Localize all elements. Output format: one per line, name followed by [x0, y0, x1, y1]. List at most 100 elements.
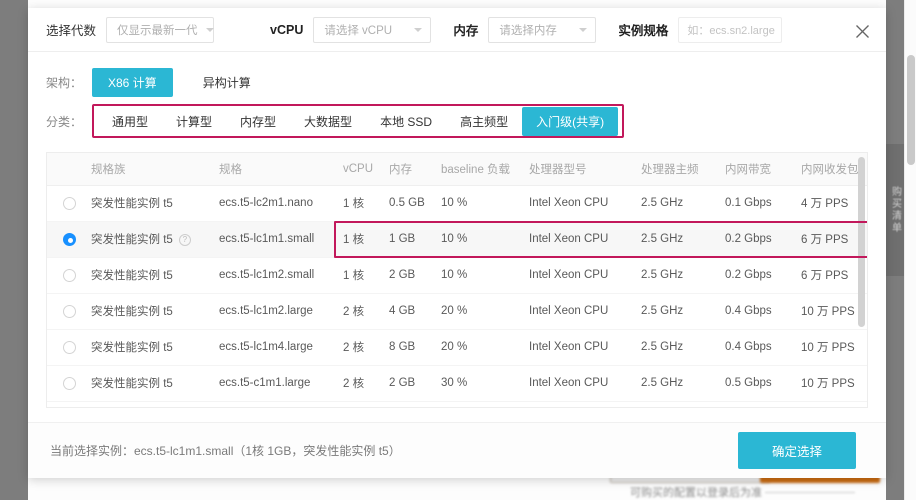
cell-bandwidth: 0.2 Gbps	[721, 257, 797, 293]
cell-baseline: 20 %	[437, 293, 525, 329]
filter-memory-label: 内存	[453, 20, 478, 39]
spec-table-col-header-8: 内网带宽	[721, 153, 797, 185]
filter-instance-spec: 实例规格 如：ecs.sn2.large	[618, 17, 782, 43]
category-option-2[interactable]: 内存型	[226, 107, 290, 136]
cell-baseline: 10 %	[437, 221, 525, 257]
category-option-6[interactable]: 入门级(共享)	[522, 107, 618, 136]
modal-header-filters: 选择代数 仅显示最新一代 vCPU 请选择 vCPU 内存 请选择内存 实例	[28, 8, 886, 52]
cell-text: 0.5 Gbps	[725, 377, 772, 389]
spec-table-scrollbar-thumb[interactable]	[858, 157, 865, 327]
spec-table-col-header-0	[47, 153, 87, 185]
cell-cpu: Intel Xeon CPU	[525, 329, 637, 365]
cell-text: 10 万 PPS	[801, 378, 855, 390]
row-radio-cell[interactable]	[47, 401, 87, 408]
cell-text: ecs.t5-c1m1.large	[219, 377, 310, 389]
row-radio-cell[interactable]	[47, 329, 87, 365]
cell-text: 2 核	[343, 378, 364, 390]
cell-vcpu: 2 核	[339, 401, 385, 408]
arch-option-1[interactable]: 异构计算	[187, 68, 267, 97]
generation-select[interactable]: 仅显示最新一代	[106, 17, 214, 43]
radio-unselected-icon[interactable]	[63, 341, 76, 354]
cell-spec: ecs.t5-lc1m2.large	[215, 293, 339, 329]
category-option-label: 入门级(共享)	[536, 115, 604, 129]
radio-unselected-icon[interactable]	[63, 377, 76, 390]
cell-text: 2.5 GHz	[641, 305, 683, 317]
cell-spec: ecs.t5-lc1m1.small	[215, 221, 339, 257]
confirm-selection-button[interactable]: 确定选择	[738, 432, 856, 469]
chevron-down-icon	[414, 28, 422, 32]
cell-text: 20 %	[441, 305, 467, 317]
table-row[interactable]: 突发性能实例 t5ecs.t5-lc1m4.large2 核8 GB20 %In…	[47, 329, 868, 365]
category-label: 分类：	[46, 113, 92, 130]
instance-spec-search-input[interactable]: 如：ecs.sn2.large	[678, 17, 782, 43]
cell-text: ecs.t5-lc1m1.small	[219, 233, 314, 245]
cell-memory: 4 GB	[385, 401, 437, 408]
arch-option-0[interactable]: X86 计算	[92, 68, 173, 97]
row-radio-cell[interactable]	[47, 221, 87, 257]
table-row[interactable]: 突发性能实例 t5ecs.t5-lc1m2.small1 核2 GB10 %In…	[47, 257, 868, 293]
cell-freq: 2.5 GHz	[637, 185, 721, 221]
cell-bandwidth: 0.4 Gbps	[721, 329, 797, 365]
cell-bandwidth: 0.1 Gbps	[721, 185, 797, 221]
category-option-3[interactable]: 大数据型	[290, 107, 366, 136]
cell-text: 2.5 GHz	[641, 377, 683, 389]
table-row[interactable]: 突发性能实例 t5ecs.t5-c1m2.large2 核4 GB30 %Int…	[47, 401, 868, 408]
cell-bandwidth: 0.4 Gbps	[721, 293, 797, 329]
page-scrollbar[interactable]	[904, 0, 916, 500]
cell-baseline: 10 %	[437, 257, 525, 293]
memory-select-value: 请选择内存	[499, 22, 571, 38]
table-row[interactable]: 突发性能实例 t5ecs.t5-lc2m1.nano1 核0.5 GB10 %I…	[47, 185, 868, 221]
cell-vcpu: 2 核	[339, 293, 385, 329]
cell-text: 突发性能实例 t5	[91, 342, 173, 354]
radio-unselected-icon[interactable]	[63, 305, 76, 318]
cell-text: 0.2 Gbps	[725, 233, 772, 245]
row-radio-cell[interactable]	[47, 293, 87, 329]
cell-cpu: Intel Xeon CPU	[525, 401, 637, 408]
category-option-0[interactable]: 通用型	[98, 107, 162, 136]
cell-memory: 2 GB	[385, 257, 437, 293]
table-row[interactable]: 突发性能实例 t5ecs.t5-lc1m2.large2 核4 GB20 %In…	[47, 293, 868, 329]
cell-family: 突发性能实例 t5	[87, 365, 215, 401]
cell-text: 10 万 PPS	[801, 306, 855, 318]
spec-table-scrollbar[interactable]	[858, 157, 865, 405]
cell-text: 4 万 PPS	[801, 198, 848, 210]
row-radio-cell[interactable]	[47, 257, 87, 293]
spec-table-col-header-3: vCPU	[339, 153, 385, 185]
instance-spec-modal: 选择代数 仅显示最新一代 vCPU 请选择 vCPU 内存 请选择内存 实例	[28, 8, 886, 478]
vcpu-select[interactable]: 请选择 vCPU	[313, 17, 431, 43]
cell-baseline: 20 %	[437, 329, 525, 365]
page-scrollbar-thumb[interactable]	[907, 55, 915, 165]
radio-unselected-icon[interactable]	[63, 269, 76, 282]
cell-memory: 4 GB	[385, 293, 437, 329]
cell-bandwidth: 0.2 Gbps	[721, 221, 797, 257]
generation-select-value: 仅显示最新一代	[117, 22, 198, 38]
radio-unselected-icon[interactable]	[63, 197, 76, 210]
filter-generation-label: 选择代数	[46, 20, 96, 39]
memory-select[interactable]: 请选择内存	[488, 17, 596, 43]
architecture-options: X86 计算 异构计算	[92, 68, 267, 97]
category-option-4[interactable]: 本地 SSD	[366, 107, 446, 136]
cell-text: 10 %	[441, 269, 467, 281]
cell-vcpu: 2 核	[339, 365, 385, 401]
close-icon[interactable]	[852, 21, 872, 41]
radio-selected-icon[interactable]	[63, 233, 76, 246]
cell-text: 2.5 GHz	[641, 197, 683, 209]
category-option-label: 内存型	[240, 115, 276, 129]
spec-table-col-header-6: 处理器型号	[525, 153, 637, 185]
help-question-icon[interactable]: ?	[179, 234, 191, 246]
category-option-5[interactable]: 高主频型	[446, 107, 522, 136]
cell-cpu: Intel Xeon CPU	[525, 185, 637, 221]
purchase-list-side-tab[interactable]: 购买清单	[886, 144, 904, 276]
cell-text: ecs.t5-lc1m4.large	[219, 341, 313, 353]
arch-option-label: 异构计算	[203, 76, 251, 90]
cell-cpu: Intel Xeon CPU	[525, 293, 637, 329]
cell-bandwidth: 0.5 Gbps	[721, 365, 797, 401]
cell-text: 1 核	[343, 198, 364, 210]
category-option-1[interactable]: 计算型	[162, 107, 226, 136]
table-row[interactable]: 突发性能实例 t5?ecs.t5-lc1m1.small1 核1 GB10 %I…	[47, 221, 868, 257]
architecture-filter-row: 架构： X86 计算异构计算	[28, 64, 886, 100]
table-row[interactable]: 突发性能实例 t5ecs.t5-c1m1.large2 核2 GB30 %Int…	[47, 365, 868, 401]
row-radio-cell[interactable]	[47, 185, 87, 221]
row-radio-cell[interactable]	[47, 365, 87, 401]
cell-text: 30 %	[441, 377, 467, 389]
